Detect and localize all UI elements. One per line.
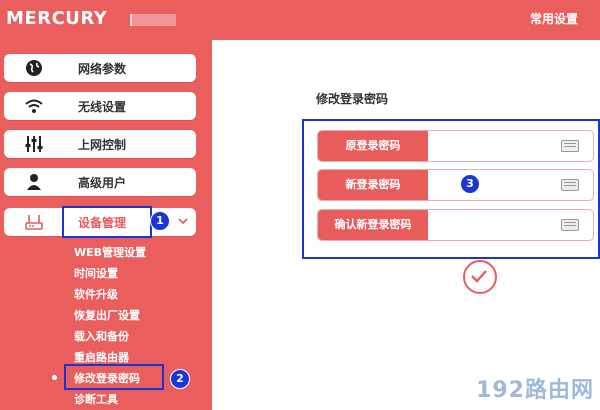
sidebar-item-network[interactable]: 网络参数 (4, 54, 196, 82)
annotation-badge-3: 3 (460, 174, 480, 194)
sidebar-item-access-control[interactable]: 上网控制 (4, 130, 196, 158)
sidebar-item-label: 上网控制 (78, 138, 127, 152)
submenu-time-settings[interactable]: 时间设置 (74, 265, 118, 281)
common-settings-link[interactable]: 常用设置 (530, 10, 578, 27)
sidebar-item-wireless[interactable]: 无线设置 (4, 92, 196, 120)
submenu-reboot-router[interactable]: 重启路由器 (74, 349, 129, 365)
router-icon (25, 215, 43, 230)
brand-model-placeholder (130, 14, 176, 26)
submenu-diagnostics[interactable]: 诊断工具 (74, 391, 118, 407)
submenu-firmware-upgrade[interactable]: 软件升级 (74, 286, 118, 302)
submenu-backup-restore[interactable]: 载入和备份 (74, 328, 129, 344)
current-item-bullet (52, 375, 57, 380)
check-icon (471, 270, 487, 283)
brand-logo: MERCURY (6, 8, 108, 29)
sidebar-item-label: 高级用户 (78, 176, 127, 190)
sidebar-item-label: 网络参数 (78, 62, 127, 76)
confirm-button[interactable] (463, 260, 497, 294)
annotation-box-3 (302, 119, 600, 259)
annotation-badge-2: 2 (170, 369, 190, 389)
chevron-down-icon[interactable] (178, 217, 188, 225)
sliders-icon (25, 136, 43, 152)
submenu-factory-reset[interactable]: 恢复出厂设置 (74, 307, 140, 323)
page-title: 修改登录密码 (316, 92, 389, 106)
submenu-web-management[interactable]: WEB管理设置 (74, 244, 146, 260)
wifi-icon (25, 99, 43, 113)
annotation-box-1 (62, 206, 152, 238)
annotation-box-2 (64, 364, 164, 390)
top-bar: MERCURY 常用设置 (0, 0, 600, 40)
watermark: 192路由网 (476, 378, 594, 403)
sidebar-item-label: 无线设置 (78, 100, 127, 114)
sidebar-item-advanced-user[interactable]: 高级用户 (4, 168, 196, 196)
annotation-badge-1: 1 (150, 211, 170, 231)
globe-icon (26, 60, 42, 76)
user-icon (27, 174, 41, 190)
